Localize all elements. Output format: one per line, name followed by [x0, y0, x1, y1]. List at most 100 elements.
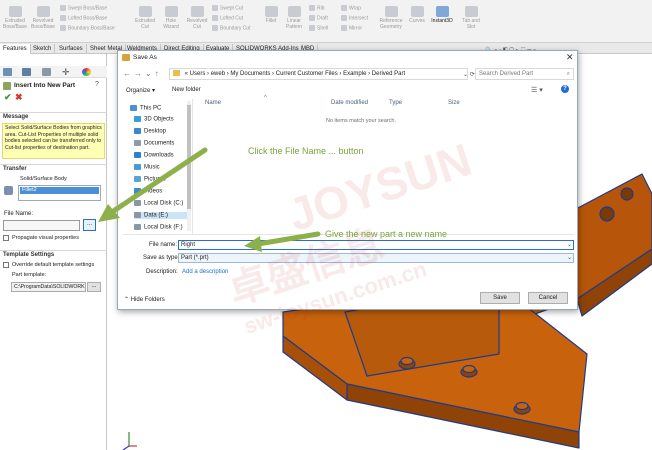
revolved-boss-button[interactable]: Revolved Boss/Base	[30, 6, 56, 30]
message-section-header[interactable]: Message	[0, 112, 107, 121]
nav-videos[interactable]: Videos	[134, 188, 162, 195]
nav-scroll-thumb[interactable]	[187, 105, 191, 209]
column-name[interactable]: Name	[205, 100, 221, 106]
curves-button[interactable]: Curves	[407, 6, 427, 24]
nav-documents[interactable]: Documents	[134, 140, 174, 147]
curves-label: Curves	[409, 18, 425, 24]
override-template-label: Override default template settings	[12, 262, 95, 268]
music-icon	[134, 164, 141, 170]
breadcrumb-example[interactable]: Example	[343, 71, 366, 77]
nav-data-e[interactable]: Data (E:)	[134, 212, 190, 219]
transfer-section-header[interactable]: Transfer	[0, 164, 107, 173]
configuration-manager-icon[interactable]	[42, 68, 51, 76]
ok-check-icon[interactable]: ✔	[4, 92, 12, 103]
nav-3d-objects[interactable]: 3D Objects	[134, 116, 174, 123]
template-section-header[interactable]: Template Settings	[0, 250, 107, 259]
mirror-button[interactable]: Mirror	[341, 25, 362, 31]
override-template-checkbox[interactable]	[3, 262, 9, 268]
help-icon[interactable]: ?	[95, 81, 99, 88]
reference-geometry-button[interactable]: Reference Geometry	[376, 6, 406, 30]
extruded-boss-button[interactable]: Extruded Boss/Base	[2, 6, 28, 30]
empty-message: No items match your search.	[326, 118, 396, 124]
nav-this-pc[interactable]: This PC	[130, 105, 161, 112]
breadcrumb-customer-files[interactable]: Current Customer Files	[276, 71, 338, 77]
dimxpert-icon[interactable]: ✛	[62, 67, 72, 77]
description-label: Description:	[146, 269, 178, 275]
downloads-icon	[134, 152, 141, 158]
intersect-icon	[341, 15, 347, 21]
intersect-button[interactable]: Intersect	[341, 15, 368, 21]
address-dropdown-icon[interactable]: ⌄ ⟳	[463, 71, 475, 78]
body-item-fillet2[interactable]: Fillet2	[20, 187, 99, 194]
cancel-button[interactable]: Cancel	[528, 292, 568, 304]
mirror-label: Mirror	[349, 25, 363, 32]
fillet-button[interactable]: Fillet	[260, 6, 282, 24]
feature-manager-icon[interactable]	[3, 68, 12, 76]
organize-button[interactable]: Organize ▾	[126, 87, 155, 94]
search-input[interactable]: Search Derived Part ⌕	[475, 68, 574, 80]
nav-desktop[interactable]: Desktop	[134, 128, 166, 135]
breadcrumb-users[interactable]: « Users	[185, 71, 206, 77]
breadcrumb-derived-part[interactable]: Derived Part	[372, 71, 405, 77]
extruded-cut-button[interactable]: Extruded Cut	[133, 6, 157, 30]
revolved-cut-button[interactable]: Revolved Cut	[185, 6, 209, 30]
add-description-link[interactable]: Add a description	[182, 269, 228, 275]
rib-button[interactable]: Rib	[309, 5, 325, 11]
help-icon[interactable]: ?	[561, 85, 569, 93]
tab-surfaces[interactable]: Surfaces	[56, 44, 87, 54]
draft-label: Draft	[317, 15, 328, 22]
boundary-boss-button[interactable]: Boundary Boss/Base	[60, 25, 115, 31]
column-date-modified[interactable]: Date modified	[331, 100, 368, 106]
new-folder-button[interactable]: New folder	[172, 87, 201, 93]
boundary-cut-button[interactable]: Boundary Cut	[212, 25, 251, 31]
instant3d-label: Instant3D	[431, 18, 453, 24]
file-name-input[interactable]	[3, 220, 80, 231]
tab-and-slot-button[interactable]: Tab and Slot	[458, 6, 484, 30]
swept-boss-button[interactable]: Swept Boss/Base	[60, 5, 107, 11]
view-options-icon[interactable]: ☰ ▾	[531, 86, 543, 94]
lofted-cut-button[interactable]: Lofted Cut	[212, 15, 243, 21]
instant3d-button[interactable]: Instant3D	[428, 6, 456, 24]
appearance-icon[interactable]	[82, 68, 91, 76]
column-type[interactable]: Type	[389, 100, 402, 106]
revolve-cut-icon	[190, 6, 204, 17]
hide-folders-button[interactable]: ⌃ Hide Folders	[124, 296, 165, 303]
save-type-dropdown-icon[interactable]: ⌄	[567, 254, 572, 261]
lofted-boss-button[interactable]: Lofted Boss/Base	[60, 15, 107, 21]
propagate-checkbox[interactable]	[3, 235, 9, 241]
3d-objects-icon	[134, 116, 141, 122]
nav-music[interactable]: Music	[134, 164, 160, 171]
property-manager-icon[interactable]	[22, 68, 31, 76]
body-selection-box[interactable]: Fillet2	[18, 185, 101, 201]
swept-cut-button[interactable]: Swept Cut	[212, 5, 243, 11]
linear-pattern-button[interactable]: Linear Pattern	[283, 6, 305, 30]
tab-sketch[interactable]: Sketch	[30, 44, 56, 54]
cancel-x-icon[interactable]: ✖	[15, 92, 23, 103]
nav-pictures[interactable]: Pictures	[134, 176, 166, 183]
nav-label: This PC	[140, 105, 162, 112]
file-name-browse-button[interactable]: ...	[83, 219, 96, 231]
breadcrumb-eweb[interactable]: eweb	[211, 71, 225, 77]
nav-label: Documents	[144, 140, 175, 147]
breadcrumb-my-documents[interactable]: My Documents	[230, 71, 270, 77]
body-select-icon	[4, 186, 13, 195]
column-size[interactable]: Size	[448, 100, 460, 106]
nav-downloads[interactable]: Downloads	[134, 152, 174, 159]
tab-features[interactable]: Features	[0, 44, 31, 54]
nav-local-disk-c[interactable]: Local Disk (C:)	[134, 200, 183, 207]
save-button[interactable]: Save	[480, 292, 520, 304]
shell-button[interactable]: Shell	[309, 25, 328, 31]
lofted-cut-icon	[212, 15, 218, 21]
dialog-close-icon[interactable]: ✕	[566, 52, 574, 63]
extruded-boss-label: Extruded Boss/Base	[3, 18, 27, 30]
wrap-button[interactable]: Wrap	[341, 5, 361, 11]
nav-arrows[interactable]: ←→⌄↑	[123, 69, 162, 78]
part-template-field[interactable]: C:\ProgramData\SOLIDWORK	[11, 282, 86, 292]
nav-local-disk-f[interactable]: Local Disk (F:)	[134, 224, 183, 231]
address-bar[interactable]: « Users › eweb › My Documents › Current …	[169, 68, 468, 80]
draft-button[interactable]: Draft	[309, 15, 328, 21]
hole-wizard-button[interactable]: Hole Wizard	[159, 6, 183, 30]
part-template-browse-button[interactable]: ...	[87, 282, 101, 292]
nav-scrollbar[interactable]	[187, 101, 191, 231]
file-name-dropdown-icon[interactable]: ⌄	[567, 241, 572, 248]
